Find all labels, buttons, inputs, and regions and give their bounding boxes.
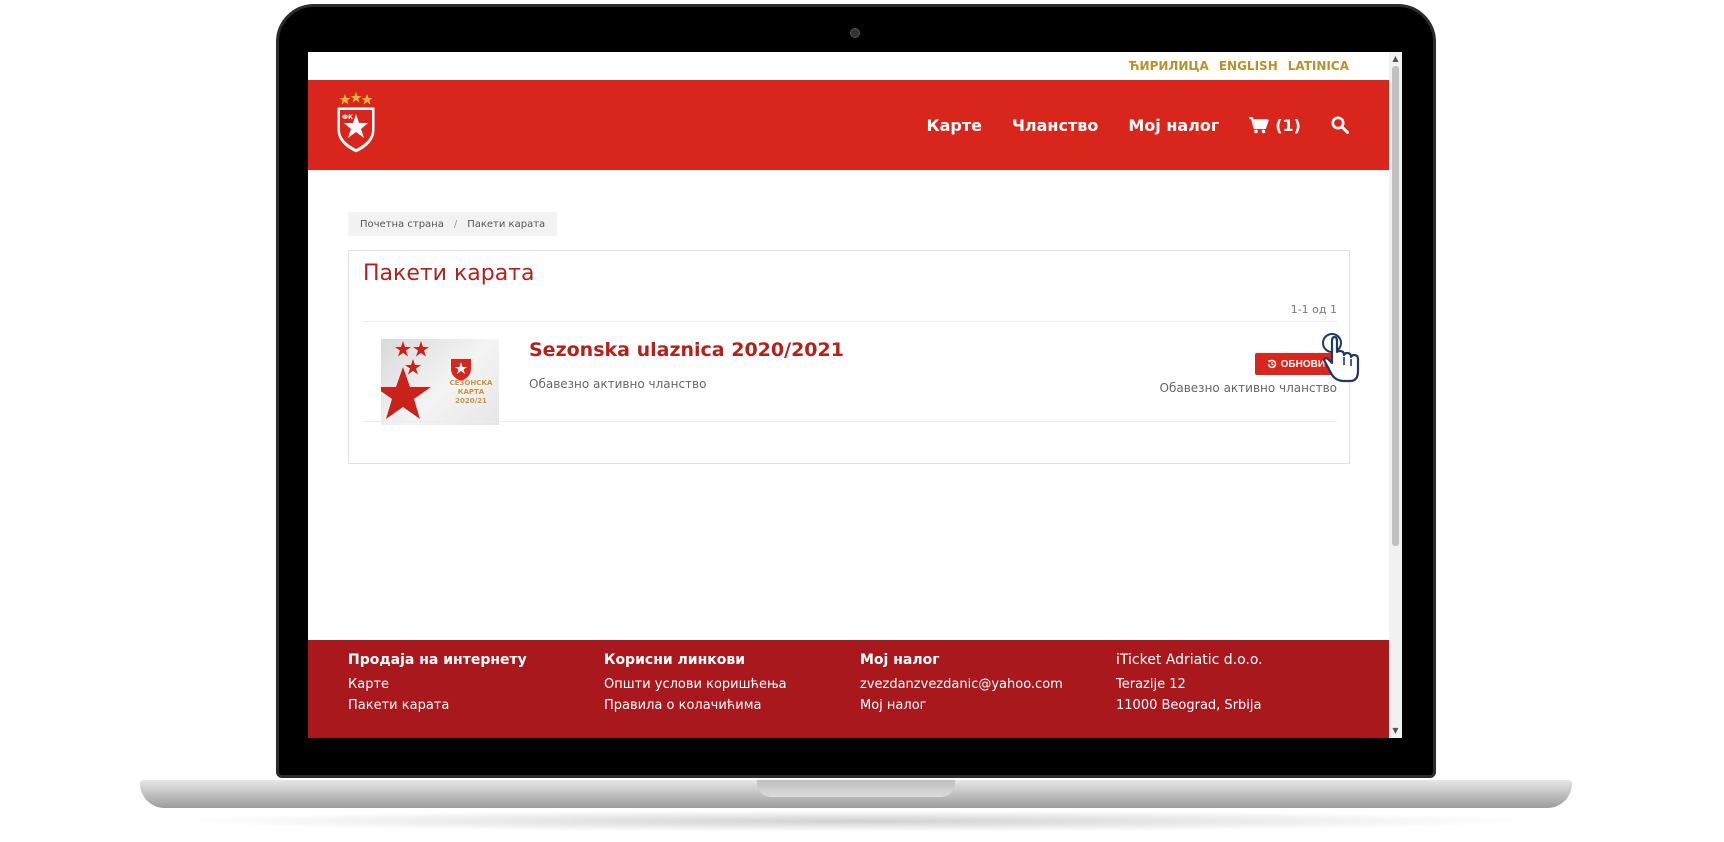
breadcrumb-home[interactable]: Почетна страна — [360, 219, 444, 230]
search-button[interactable] — [1331, 116, 1349, 134]
breadcrumb-current: Пакети карата — [467, 218, 546, 230]
footer-heading: Продаја на интернету — [348, 652, 527, 668]
breadcrumb: Почетна страна / Пакети карата — [348, 212, 558, 236]
laptop-shadow — [170, 810, 1542, 832]
footer-heading: Мој налог — [860, 652, 940, 668]
package-requirement: Обавезно активно чланство — [529, 377, 707, 391]
scroll-down-icon[interactable]: ▼ — [1391, 726, 1400, 736]
lang-cyrillic-link[interactable]: ЋИРИЛИЦА — [1129, 59, 1209, 73]
company-address: Terazije 12 — [1116, 677, 1186, 692]
main-nav: Карте Чланство Мој налог (1) — [927, 80, 1349, 170]
renew-requirement: Обавезно активно чланство — [1159, 381, 1337, 395]
camera-icon — [850, 28, 860, 38]
breadcrumb-separator: / — [453, 218, 458, 230]
hand-pointer-icon — [1322, 333, 1364, 389]
company-city: 11000 Beograd, Srbija — [1116, 698, 1262, 713]
footer-column-account: Мој налог zvezdanzvezdanic@yahoo.com Мој… — [860, 652, 1063, 719]
cart-icon — [1249, 116, 1269, 133]
nav-tickets[interactable]: Карте — [927, 116, 982, 135]
nav-account[interactable]: Мој налог — [1128, 116, 1219, 135]
search-icon — [1331, 116, 1349, 134]
footer-column-sales: Продаја на интернету Карте Пакети карата — [348, 652, 527, 719]
history-icon — [1267, 359, 1276, 369]
club-logo[interactable]: ФК — [334, 92, 378, 158]
svg-text:ФК: ФК — [342, 114, 353, 121]
laptop-notch — [757, 780, 955, 797]
page-title: Пакети карата — [363, 261, 535, 286]
renew-button-label: ОБНОВИ — [1280, 358, 1325, 370]
packages-panel: Пакети карата 1-1 од 1 СЕЗОНСКА КАРТА 202… — [348, 250, 1350, 464]
site-footer: Продаја на интернету Карте Пакети карата… — [308, 640, 1389, 738]
lang-latin-link[interactable]: LATINICA — [1288, 59, 1349, 73]
footer-link-email[interactable]: zvezdanzvezdanic@yahoo.com — [860, 677, 1063, 692]
company-name: iTicket Adriatic d.o.o. — [1116, 652, 1263, 668]
footer-link-tickets[interactable]: Карте — [348, 677, 527, 692]
vertical-scrollbar[interactable]: ▲ ▼ — [1389, 52, 1402, 738]
scrollbar-thumb[interactable] — [1392, 66, 1399, 546]
package-title-link[interactable]: Sezonska ulaznica 2020/2021 — [529, 339, 844, 361]
footer-column-links: Корисни линкови Општи услови коришћења П… — [604, 652, 787, 719]
footer-link-terms[interactable]: Општи услови коришћења — [604, 677, 787, 692]
season-ticket-thumbnail[interactable]: СЕЗОНСКА КАРТА 2020/21 — [381, 339, 499, 425]
pagination-info: 1-1 од 1 — [1290, 303, 1337, 316]
scroll-up-icon[interactable]: ▲ — [1391, 54, 1400, 64]
cart-count: (1) — [1275, 115, 1301, 135]
thumbnail-caption: СЕЗОНСКА КАРТА 2020/21 — [449, 379, 493, 405]
footer-link-cookies[interactable]: Правила о колачићима — [604, 698, 787, 713]
language-bar: ЋИРИЛИЦА ENGLISH LATINICA — [308, 52, 1389, 80]
nav-membership[interactable]: Чланство — [1012, 116, 1098, 135]
footer-link-account[interactable]: Мој налог — [860, 698, 1063, 713]
divider — [363, 421, 1337, 422]
nav-cart[interactable]: (1) — [1249, 116, 1301, 135]
site-header: ФК Карте Чланство Мој налог (1) — [308, 80, 1389, 170]
browser-viewport: ЋИРИЛИЦА ENGLISH LATINICA ФК Карте Чланс… — [308, 52, 1402, 738]
footer-link-packages[interactable]: Пакети карата — [348, 698, 527, 713]
footer-column-company: iTicket Adriatic d.o.o. Terazije 12 1100… — [1116, 652, 1263, 719]
lang-english-link[interactable]: ENGLISH — [1219, 59, 1278, 73]
divider — [363, 321, 1337, 322]
footer-heading: Корисни линкови — [604, 652, 746, 668]
